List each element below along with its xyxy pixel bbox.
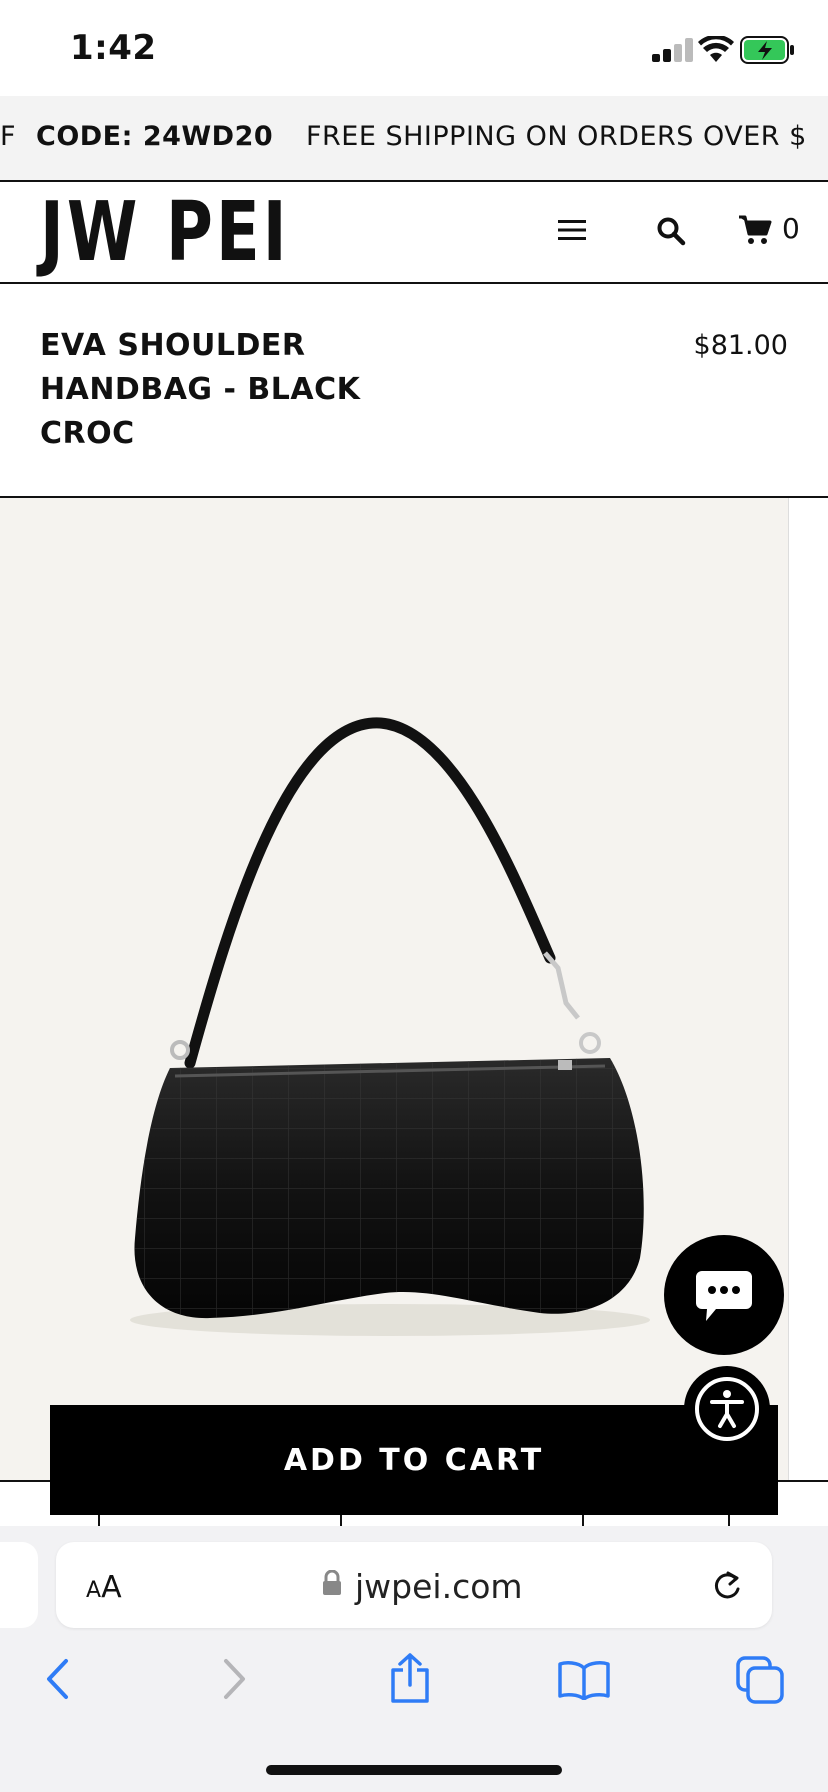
brand-logo[interactable]: JW PEI <box>40 192 290 274</box>
forward-icon[interactable] <box>222 1658 248 1700</box>
search-icon[interactable] <box>656 216 686 246</box>
reload-icon[interactable] <box>710 1569 744 1603</box>
url-text[interactable]: jwpei.com <box>355 1567 523 1606</box>
accessibility-icon <box>695 1377 759 1441</box>
add-to-cart-button[interactable]: ADD TO CART <box>50 1405 778 1515</box>
handbag-image <box>130 717 650 1336</box>
next-image-peek[interactable] <box>788 498 828 1480</box>
menu-icon[interactable] <box>558 218 586 242</box>
accessibility-button[interactable] <box>684 1366 770 1452</box>
battery-icon <box>740 36 794 64</box>
product-price: $81.00 <box>693 330 788 361</box>
previous-tab-peek[interactable] <box>0 1542 38 1628</box>
share-icon[interactable] <box>388 1652 432 1704</box>
wifi-icon <box>698 36 734 62</box>
bookmarks-icon[interactable] <box>558 1660 610 1700</box>
status-bar: 1:42 <box>0 0 828 96</box>
promo-code: CODE: 24WD20 <box>36 121 274 152</box>
product-title: EVA SHOULDER HANDBAG - BLACK CROC <box>40 328 361 451</box>
signal-icon <box>652 38 693 62</box>
aa-large: A <box>101 1570 122 1605</box>
chat-button[interactable] <box>664 1235 784 1355</box>
site-header: JW PEI 0 <box>0 182 828 284</box>
promo-shipping: FREE SHIPPING ON ORDERS OVER $ <box>306 121 807 152</box>
cart-count[interactable]: 0 <box>782 212 800 245</box>
status-time: 1:42 <box>70 28 157 68</box>
product-image[interactable] <box>0 498 788 1480</box>
lock-icon <box>323 1570 341 1595</box>
promo-marquee: F CODE: 24WD20 FREE SHIPPING ON ORDERS O… <box>0 96 828 182</box>
cart-icon[interactable] <box>738 214 772 246</box>
tabs-icon[interactable] <box>736 1656 784 1704</box>
home-indicator[interactable] <box>266 1765 562 1775</box>
chat-icon <box>696 1271 752 1321</box>
promo-fragment: F <box>0 121 17 152</box>
reader-aa-button[interactable]: AAAA <box>86 1570 122 1605</box>
aa-small: A <box>86 1578 102 1603</box>
back-icon[interactable] <box>44 1658 70 1700</box>
